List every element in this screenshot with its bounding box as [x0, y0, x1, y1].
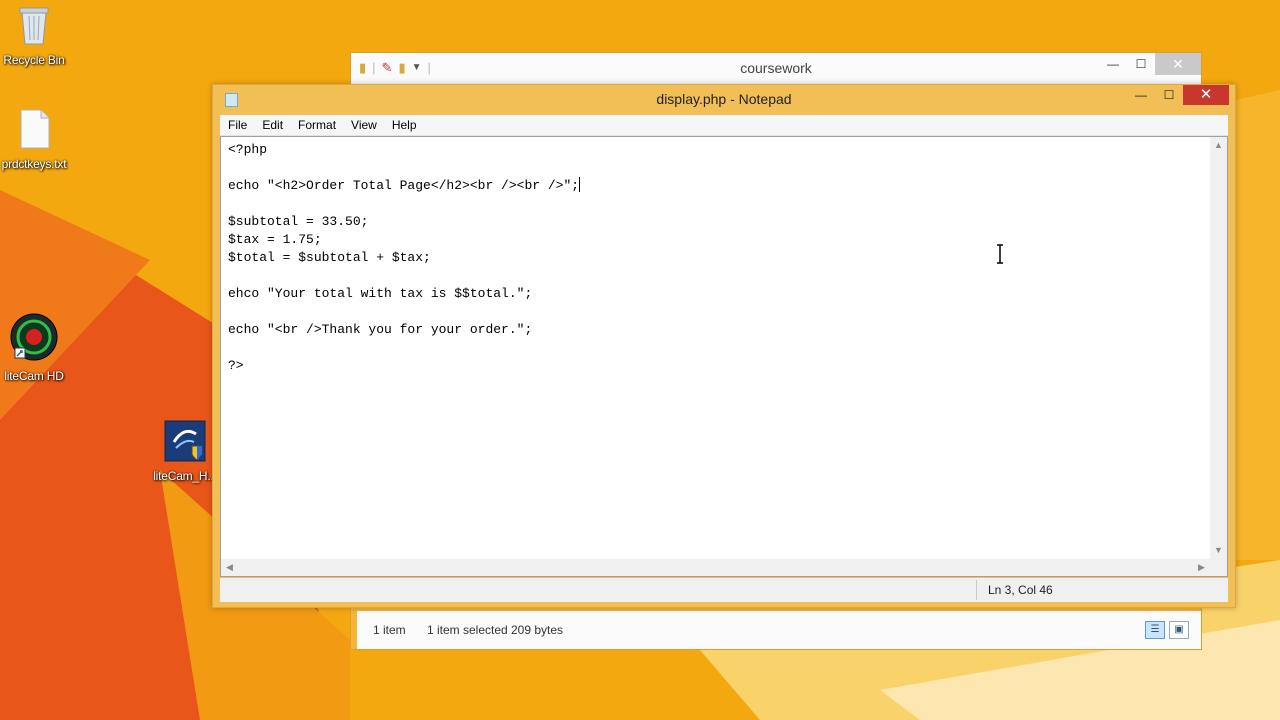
- minimize-button[interactable]: —: [1099, 53, 1127, 75]
- installer-shield-icon: [164, 420, 206, 462]
- explorer-titlebar[interactable]: ▮ | ✎ ▮ ▼ | coursework — ☐ ✕: [351, 53, 1201, 85]
- maximize-button[interactable]: ☐: [1127, 53, 1155, 75]
- code-content[interactable]: <?php​echo "<h2>Order Total Page</h2><br…: [228, 141, 1207, 375]
- close-button[interactable]: ✕: [1183, 85, 1229, 105]
- notepad-status-bar: Ln 3, Col 46: [220, 578, 1228, 602]
- large-icons-view-icon[interactable]: ▣: [1169, 621, 1189, 639]
- desktop-icon-recycle-bin[interactable]: Recycle Bin: [0, 4, 71, 67]
- desktop-icon-label: Recycle Bin: [3, 53, 65, 67]
- view-toggle: ☰ ▣: [1145, 621, 1189, 639]
- code-line: ehco "Your total with tax is $$total.";: [228, 286, 533, 301]
- code-line: ​: [228, 159, 1207, 177]
- notepad-window-controls: — ☐ ✕: [1127, 85, 1229, 105]
- code-line-text: echo "<h2>Order Total Page</h2><br /><br…: [228, 178, 580, 193]
- text-file-icon: [20, 109, 50, 149]
- desktop-icon-label: prdctkeys.txt: [1, 157, 67, 171]
- code-line: ​: [228, 267, 1207, 285]
- cursor-position: Ln 3, Col 46: [988, 583, 1053, 597]
- desktop-icon-litecam[interactable]: liteCam HD: [0, 312, 71, 383]
- explorer-title: coursework: [740, 60, 812, 76]
- scroll-up-icon[interactable]: ▲: [1210, 137, 1227, 154]
- item-count: 1 item: [373, 623, 406, 637]
- code-line-current: echo "<h2>Order Total Page</h2><br /><br…: [228, 177, 1207, 195]
- menu-bar: File Edit Format View Help: [220, 115, 1228, 136]
- code-line: echo "<br />Thank you for your order.";: [228, 322, 533, 337]
- code-line: ​: [228, 195, 1207, 213]
- text-editor[interactable]: <?php​echo "<h2>Order Total Page</h2><br…: [220, 136, 1228, 577]
- desktop-icon-litecam-installer[interactable]: liteCam_H...: [148, 420, 222, 483]
- selection-size: 209 bytes: [511, 623, 564, 637]
- menu-view[interactable]: View: [351, 118, 377, 132]
- notepad-titlebar[interactable]: display.php - Notepad — ☐ ✕: [213, 85, 1235, 115]
- code-line: ​: [228, 303, 1207, 321]
- code-line: ​: [228, 339, 1207, 357]
- menu-file[interactable]: File: [228, 118, 247, 132]
- explorer-status-bar: 1 item 1 item selected 209 bytes ☰ ▣: [357, 611, 1201, 649]
- desktop-icon-label: liteCam_H...: [153, 469, 217, 483]
- code-line: <?php: [228, 142, 268, 157]
- maximize-button[interactable]: ☐: [1155, 85, 1183, 105]
- desktop-icon-label: liteCam HD: [4, 369, 64, 383]
- menu-help[interactable]: Help: [392, 118, 417, 132]
- scroll-left-icon[interactable]: ◀: [221, 559, 238, 576]
- details-view-icon[interactable]: ☰: [1145, 621, 1165, 639]
- scroll-down-icon[interactable]: ▼: [1210, 542, 1227, 559]
- code-line: $tax = 1.75;: [228, 232, 322, 247]
- horizontal-scrollbar[interactable]: ◀ ▶: [221, 559, 1210, 576]
- menu-format[interactable]: Format: [298, 118, 336, 132]
- code-line: $subtotal = 33.50;: [228, 214, 369, 229]
- menu-edit[interactable]: Edit: [262, 118, 283, 132]
- selection-count: 1 item selected: [427, 623, 508, 637]
- notepad-window[interactable]: display.php - Notepad — ☐ ✕ File Edit Fo…: [212, 84, 1236, 608]
- notepad-title: display.php - Notepad: [656, 91, 792, 107]
- code-line: ?>: [228, 358, 244, 373]
- recycle-bin-icon: [19, 7, 49, 45]
- litecam-icon: [10, 313, 58, 361]
- scroll-right-icon[interactable]: ▶: [1193, 559, 1210, 576]
- vertical-scrollbar[interactable]: ▲ ▼: [1210, 137, 1227, 559]
- explorer-window-controls: — ☐ ✕: [1099, 53, 1201, 75]
- desktop-icon-prdctkeys[interactable]: prdctkeys.txt: [0, 108, 71, 171]
- code-line: $total = $subtotal + $tax;: [228, 250, 431, 265]
- status-divider: [976, 580, 977, 600]
- text-caret: [579, 177, 581, 192]
- minimize-button[interactable]: —: [1127, 85, 1155, 105]
- scrollbar-corner: [1210, 559, 1227, 576]
- ibeam-cursor-icon: [997, 244, 1003, 264]
- close-button[interactable]: ✕: [1155, 53, 1201, 75]
